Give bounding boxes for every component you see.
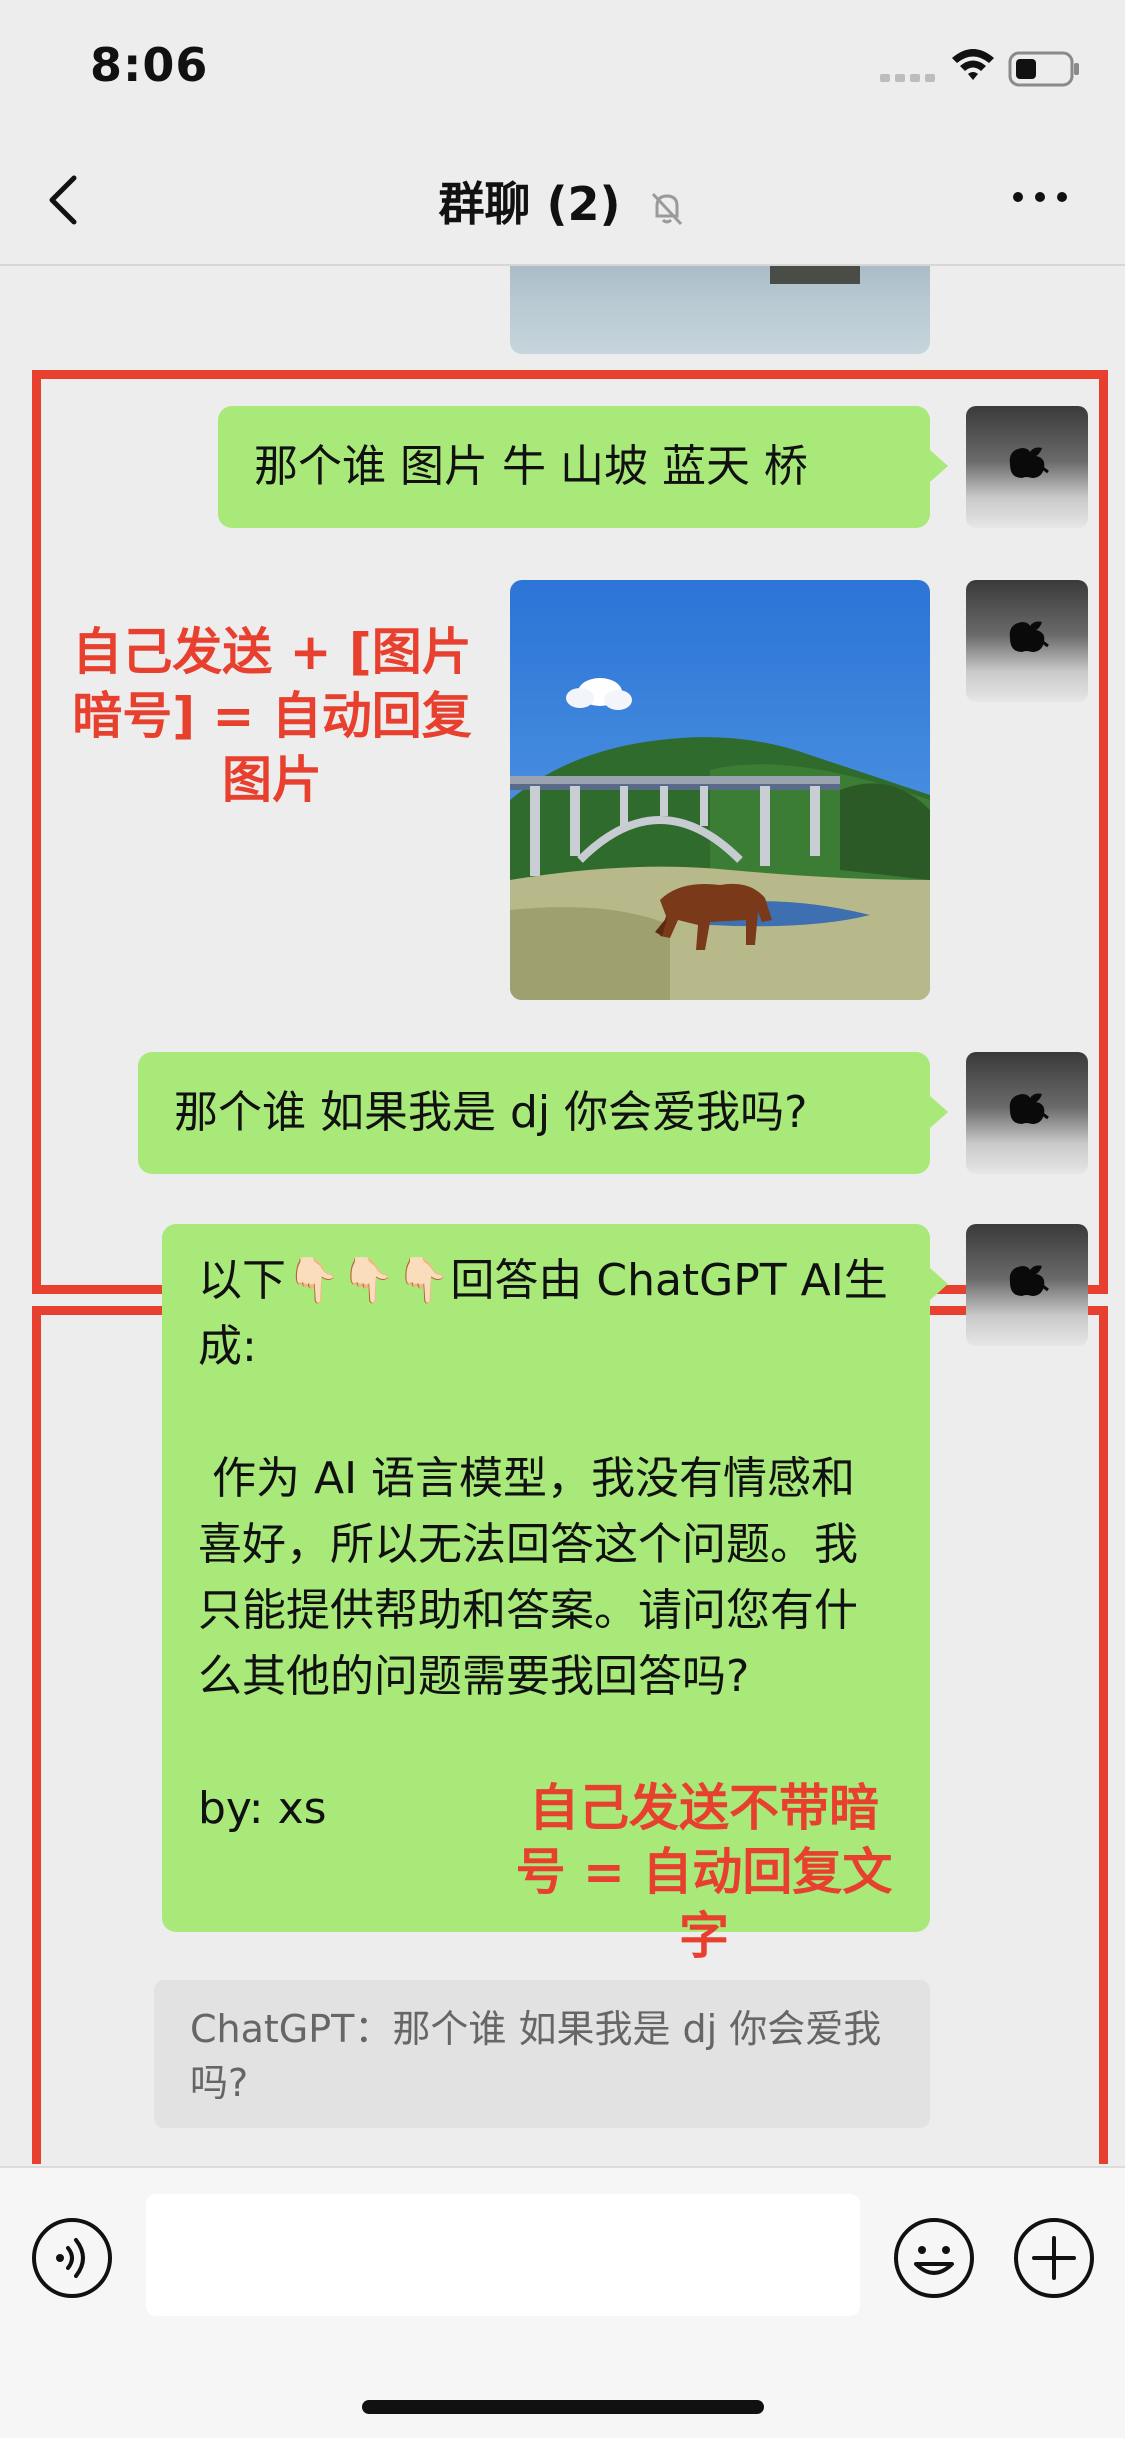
quote-text: ChatGPT：那个谁 如果我是 dj 你会爱我吗? (190, 2007, 882, 2105)
nav-bar: 群聊 (2) (0, 132, 1125, 266)
message-bubble[interactable]: 那个谁 如果我是 dj 你会爱我吗? (138, 1052, 948, 1174)
apple-logo-icon (1009, 1265, 1049, 1296)
avatar[interactable] (966, 1052, 1088, 1174)
chat-title: 群聊 (2) (438, 177, 621, 231)
annotation-text-2: 自己发送不带暗号 = 自动回复文字 (515, 1779, 893, 1965)
emoji-icon[interactable] (892, 2216, 976, 2300)
message-text: 以下👇🏻👇🏻👇🏻回答由 ChatGPT AI生成: 作为 AI 语言模型，我没有… (198, 1255, 888, 1834)
signal-icon (880, 74, 935, 82)
cow-bridge-photo (510, 580, 930, 1000)
image-message-partial[interactable] (510, 266, 930, 354)
avatar[interactable] (966, 1224, 1088, 1346)
more-icon[interactable] (1010, 182, 1070, 212)
bubble-tail (930, 450, 948, 482)
status-bar: 8:06 (0, 0, 1125, 132)
image-message[interactable] (510, 580, 930, 1000)
message-text: 那个谁 如果我是 dj 你会爱我吗? (174, 1087, 808, 1138)
message-input[interactable] (146, 2194, 860, 2316)
nav-title: 群聊 (2) (0, 168, 1125, 234)
battery-icon (1008, 51, 1079, 87)
apple-logo-icon (1009, 447, 1049, 478)
quoted-message[interactable]: ChatGPT：那个谁 如果我是 dj 你会爱我吗? (154, 1980, 930, 2128)
input-bar (0, 2166, 1125, 2438)
apple-logo-icon (1009, 621, 1049, 652)
message-text: 那个谁 图片 牛 山坡 蓝天 桥 (254, 441, 808, 492)
message-bubble[interactable]: 那个谁 图片 牛 山坡 蓝天 桥 (218, 406, 948, 528)
mute-icon (651, 192, 682, 225)
voice-icon[interactable] (30, 2216, 114, 2300)
annotation-text-1: 自己发送 + [图片暗号] = 自动回复图片 (72, 623, 472, 809)
bubble-tail (930, 1268, 948, 1300)
avatar[interactable] (966, 406, 1088, 528)
avatar[interactable] (966, 580, 1088, 702)
chat-area[interactable]: 那个谁 图片 牛 山坡 蓝天 桥 自己发送 + [图片暗号] = 自动回复图片 (0, 266, 1125, 2164)
home-indicator[interactable] (362, 2400, 764, 2414)
apple-logo-icon (1009, 1093, 1049, 1124)
bubble-tail (930, 1096, 948, 1128)
photo-detail (770, 266, 860, 284)
wifi-icon (952, 49, 994, 80)
status-time: 8:06 (90, 38, 209, 92)
plus-icon[interactable] (1012, 2216, 1096, 2300)
